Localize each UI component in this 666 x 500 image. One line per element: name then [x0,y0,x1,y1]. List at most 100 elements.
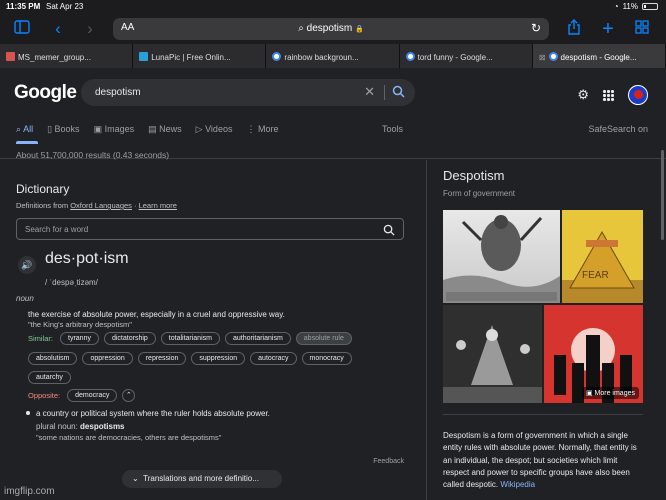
results-count: About 51,700,000 results (0.43 seconds) [16,150,170,160]
image-icon: ▣ [585,390,593,397]
wikipedia-link[interactable]: Wikipedia [500,480,535,489]
clear-search-icon[interactable]: ✕ [364,84,375,100]
address-url-text: despotism [306,23,353,34]
plural-prefix: plural noun: [36,422,78,431]
tab-rainbow[interactable]: rainbow backgroun... [266,44,400,68]
tab-ms-memer[interactable]: MS_memer_group... [0,44,134,68]
dictionary-source: Definitions from Oxford Languages · Lear… [16,201,406,210]
knowledge-panel-divider [426,160,427,500]
tab-label: rainbow backgroun... [284,53,359,62]
tab-all[interactable]: ⌕ All [16,124,33,135]
tab-despotism[interactable]: ⊠ despotism - Google... [532,44,666,68]
tab-videos-label: Videos [205,124,233,134]
synonym-chip[interactable]: tyranny [60,332,99,345]
translations-more-button[interactable]: ⌄ Translations and more definitio... [122,470,282,488]
news-icon: ▤ [148,124,157,134]
avatar[interactable] [628,85,648,105]
tab-label: MS_memer_group... [18,53,91,62]
google-logo[interactable]: Google [14,82,77,104]
dictionary-card: Dictionary Definitions from Oxford Langu… [16,182,406,465]
gear-icon[interactable]: ⚙ [577,87,589,103]
tab-label: tord funny - Google... [417,53,493,62]
learn-more-link[interactable]: Learn more [139,201,177,210]
example-1: "the King's arbitrary despotism" [28,320,132,329]
definition-2-text: a country or political system where the … [36,409,270,418]
synonym-chip[interactable]: monocracy [301,352,352,365]
kp-image-grid: FEAR ▣ More images [443,210,643,403]
example-2: "some nations are democracies, others ar… [36,433,222,442]
despot-engraving-image[interactable] [443,305,542,403]
word-search-placeholder: Search for a word [25,225,89,234]
more-images-button[interactable]: ▣ More images [581,387,639,399]
synonym-chip[interactable]: suppression [191,352,246,365]
back-icon[interactable]: ‹ [48,19,68,39]
tab-books-label: Books [54,124,80,134]
close-tab-icon[interactable]: ⊠ [539,53,546,62]
tools-button[interactable]: Tools [382,124,403,134]
tab-images[interactable]: ▣ Images [94,124,135,135]
more-dots-icon: ⋮ [246,124,256,134]
similar-row-1: Similar: tyranny dictatorship totalitari… [28,332,352,345]
raised-fists-image[interactable]: ▣ More images [544,305,643,403]
synonym-chip[interactable]: totalitarianism [160,332,220,345]
tab-news[interactable]: ▤ News [148,124,182,135]
tab-overview-icon[interactable] [632,19,652,39]
tab-books[interactable]: ▯ Books [47,124,79,135]
address-url: ⌕ despotism 🔒 [113,23,549,34]
dictionary-title: Dictionary [16,182,70,196]
synonym-chip[interactable]: repression [137,352,187,365]
search-input[interactable]: despotism [95,87,141,98]
battery-icon [642,3,658,10]
synonym-chip[interactable]: oppression [82,352,133,365]
synonym-chip[interactable]: dictatorship [103,332,156,345]
feedback-link[interactable]: Feedback [373,458,404,465]
apps-grid-icon[interactable] [603,89,614,101]
tab-more[interactable]: ⋮ More [246,124,278,135]
plural-noun: plural noun: despotisms [36,422,125,431]
synonym-chip[interactable]: absolutism [28,352,78,365]
search-tabs: ⌕ All ▯ Books ▣ Images ▤ News ▷ Videos ⋮… [16,124,278,135]
oxford-languages-link[interactable]: Oxford Languages [70,201,132,210]
search-icon[interactable] [383,223,395,241]
search-box[interactable]: despotism ✕ [81,79,415,106]
safesearch-button[interactable]: SafeSearch on [588,124,648,134]
synonym-chip[interactable]: autocracy [250,352,297,365]
address-bar[interactable]: AA ⌕ despotism 🔒 ↻ [113,18,549,40]
forward-icon[interactable]: › [80,19,100,39]
tab-label: LunaPic | Free Onlin... [151,53,231,62]
source-separator: · [131,201,139,210]
headword: des·pot·ism [45,250,129,267]
status-date: Sat Apr 23 [46,2,84,11]
synonym-chip[interactable]: autarchy [28,371,71,384]
antonym-chip[interactable]: democracy [67,389,118,402]
search-icon: ⌕ [16,124,22,134]
tab-videos[interactable]: ▷ Videos [196,124,233,135]
tab-all-label: All [23,124,34,134]
synonym-chip[interactable]: absolute rule [295,332,352,345]
share-icon[interactable] [564,19,584,39]
status-right: ◔ 11% [614,2,658,11]
kp-section-divider [443,414,643,415]
battery-percent: 11% [622,2,638,11]
tab-lunapic[interactable]: LunaPic | Free Onlin... [133,44,267,68]
status-time: 11:35 PM [6,2,41,11]
sidebar-icon[interactable] [12,19,32,39]
tab-tord[interactable]: tord funny - Google... [399,44,533,68]
synonym-chip[interactable]: authoritarianism [224,332,291,345]
scrollbar[interactable] [661,150,664,240]
reload-icon[interactable]: ↻ [531,21,541,35]
fear-pyramid-image[interactable]: FEAR [562,210,643,303]
leviathan-image[interactable] [443,210,560,303]
chevron-up-icon[interactable]: ⌃ [122,389,136,402]
fear-pyramid-text: FEAR [582,270,609,281]
speaker-icon[interactable]: 🔊 [18,256,36,274]
kp-description-text: Despotism is a form of government in whi… [443,431,637,490]
search-icon[interactable] [392,85,405,103]
new-tab-icon[interactable]: + [598,19,618,39]
knowledge-panel: Despotism Form of government [443,168,643,198]
definition-1: the exercise of absolute power, especial… [28,310,285,319]
word-search-field[interactable]: Search for a word [16,218,404,240]
imgflip-watermark: imgflip.com [4,486,55,497]
status-bar: 11:35 PM Sat Apr 23 ◔ 11% [0,0,666,14]
header-icons: ⚙ [577,85,648,105]
